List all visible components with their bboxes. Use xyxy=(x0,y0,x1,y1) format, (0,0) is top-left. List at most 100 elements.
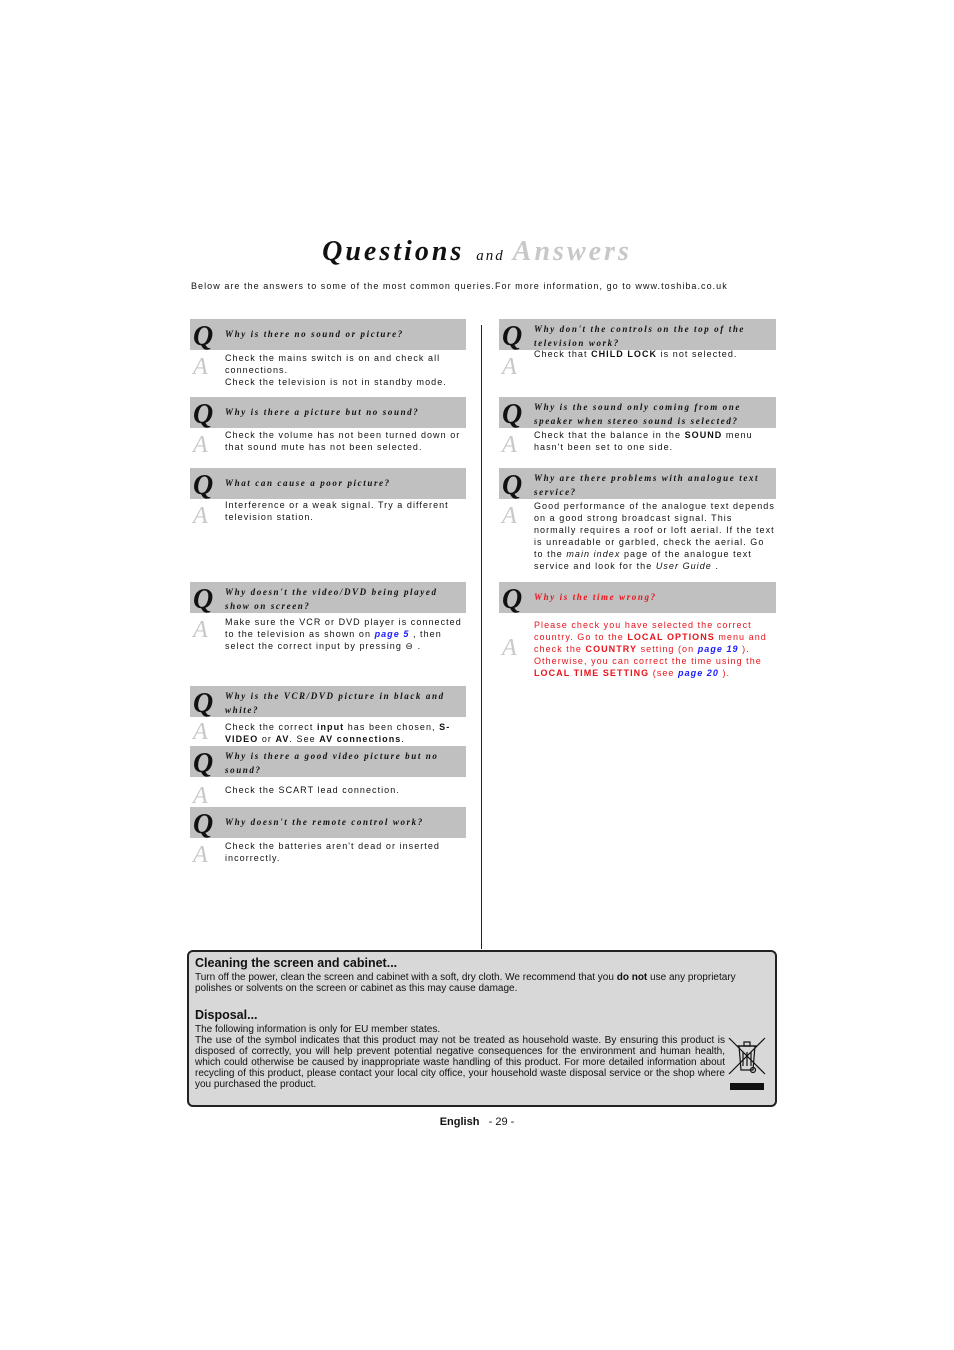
q-letter-icon: Q xyxy=(502,470,523,501)
answer-segment: (see xyxy=(649,668,679,678)
title-and: and xyxy=(476,248,505,264)
page-link[interactable]: page 5 xyxy=(375,629,410,639)
q-letter-icon: Q xyxy=(193,584,214,615)
answer-segment: Check that the balance in the xyxy=(534,430,685,440)
a-letter-icon: A xyxy=(193,617,208,643)
question-bar: Q Why are there problems with analogue te… xyxy=(499,468,776,501)
crossed-out-wheelie-bin-icon xyxy=(728,1037,766,1090)
a-letter-icon: A xyxy=(193,354,208,380)
a-letter-icon: A xyxy=(193,503,208,529)
answer-segment: . xyxy=(414,641,422,651)
answer-segment: . xyxy=(401,734,405,744)
question-text: Why are there problems with analogue tex… xyxy=(534,473,760,497)
answer-segment: SOUND xyxy=(684,430,723,440)
footer-language: English xyxy=(439,1116,480,1128)
question-text: What can cause a poor picture? xyxy=(225,478,391,488)
question-bar: Q What can cause a poor picture? xyxy=(190,468,466,501)
answer-segment: setting (on xyxy=(637,644,698,654)
answer-text: Check the mains switch is on and check a… xyxy=(225,352,466,388)
answer-segment: or xyxy=(258,734,276,744)
qa-item: Q What can cause a poor picture? A Interfer… xyxy=(190,468,466,529)
qa-item: Q Why is the sound only coming from one s… xyxy=(499,397,776,458)
answer-segment: Check the correct xyxy=(225,722,317,732)
page-link[interactable]: page 20 xyxy=(678,668,719,678)
question-text: Why is there a good video picture but no… xyxy=(225,751,439,775)
answer-segment: ). xyxy=(718,668,731,678)
answer-segment: Check that xyxy=(534,349,592,359)
page-title: Questions and Answers xyxy=(0,236,954,268)
q-letter-icon: Q xyxy=(193,688,214,719)
cleaning-disposal-box: Cleaning the screen and cabinet... Turn … xyxy=(187,950,777,1107)
question-bar: Q Why don't the controls on the top of th… xyxy=(499,319,776,352)
disposal-line1: The following information is only for EU… xyxy=(195,1024,441,1035)
answer-segment: main index xyxy=(566,549,621,559)
answer-text: Check the correct input has been chosen,… xyxy=(225,721,466,745)
q-letter-icon: Q xyxy=(193,470,214,501)
q-letter-icon: Q xyxy=(502,399,523,430)
qa-item: Q Why doesn't the video/DVD being played … xyxy=(190,582,466,651)
cleaning-text-bold: do not xyxy=(616,972,648,983)
answer-segment: LOCAL TIME SETTING xyxy=(534,668,650,678)
a-letter-icon: A xyxy=(502,635,517,661)
a-letter-icon: A xyxy=(502,503,517,529)
question-text: Why is the VCR/DVD picture in black and … xyxy=(225,691,445,715)
question-text: Why is there a picture but no sound? xyxy=(225,407,420,417)
cleaning-text: Turn off the power, clean the screen and… xyxy=(195,972,765,994)
question-bar: Q Why is there no sound or picture? xyxy=(190,319,466,352)
question-text: Why is there no sound or picture? xyxy=(225,329,404,339)
answer-segment: Check the volume has not been turned dow… xyxy=(225,430,461,452)
page-link[interactable]: page 19 xyxy=(698,644,739,654)
q-letter-icon: Q xyxy=(502,584,523,615)
a-letter-icon: A xyxy=(502,354,517,380)
title-answers: Answers xyxy=(512,236,632,267)
qa-item: Q Why is there a good video picture but n… xyxy=(190,746,466,809)
q-letter-icon: Q xyxy=(193,809,214,840)
question-text: Why doesn't the remote control work? xyxy=(225,817,424,827)
answer-text: Check the SCART lead connection. xyxy=(225,784,466,796)
a-letter-icon: A xyxy=(193,719,208,745)
cleaning-heading: Cleaning the screen and cabinet... xyxy=(195,956,398,970)
answer-segment: Check the mains switch is on and check a… xyxy=(225,353,441,375)
a-letter-icon: A xyxy=(193,432,208,458)
answer-text: Good performance of the analogue text de… xyxy=(534,500,776,572)
question-text: Why don't the controls on the top of the… xyxy=(534,324,746,348)
answer-segment: CHILD LOCK xyxy=(591,349,658,359)
answer-segment: AV connections xyxy=(319,734,402,744)
answer-segment: COUNTRY xyxy=(585,644,638,654)
qa-item: Q Why is the time wrong? A Please check you… xyxy=(499,582,776,678)
answer-segment: User Guide xyxy=(655,561,712,571)
answer-segment: Interference or a weak signal. Try a dif… xyxy=(225,500,449,522)
answer-segment: Check the television is not in standby m… xyxy=(225,377,447,387)
answer-text: Please check you have selected the corre… xyxy=(534,619,776,679)
question-text: Why is the time wrong? xyxy=(534,592,657,602)
a-letter-icon: A xyxy=(193,783,208,809)
question-text: Why doesn't the video/DVD being played s… xyxy=(225,587,438,611)
input-source-icon: ⊖ xyxy=(405,641,415,651)
qa-item: Q Why doesn't the remote control work? A Ch… xyxy=(190,807,466,868)
qa-item: Q Why don't the controls on the top of th… xyxy=(499,319,776,380)
question-bar: Q Why is the VCR/DVD picture in black and… xyxy=(190,686,466,719)
question-bar: Q Why doesn't the video/DVD being played … xyxy=(190,582,466,615)
answer-segment: has been chosen, xyxy=(344,722,440,732)
q-letter-icon: Q xyxy=(193,321,214,352)
qa-item: Q Why are there problems with analogue te… xyxy=(499,468,776,571)
qa-item: Q Why is the VCR/DVD picture in black and… xyxy=(190,686,466,745)
question-bar: Q Why is there a good video picture but n… xyxy=(190,746,466,779)
title-questions: Questions xyxy=(322,236,465,267)
answer-text: Make sure the VCR or DVD player is conne… xyxy=(225,616,466,652)
answer-segment: . See xyxy=(289,734,320,744)
answer-segment: is not selected. xyxy=(657,349,738,359)
disposal-text: The use of the symbol indicates that thi… xyxy=(195,1035,725,1090)
page-number: - 29 - xyxy=(488,1116,515,1128)
answer-segment: . xyxy=(711,561,719,571)
answer-text: Check that the balance in the SOUND menu… xyxy=(534,429,776,453)
q-letter-icon: Q xyxy=(193,748,214,779)
a-letter-icon: A xyxy=(193,842,208,868)
answer-segment: AV xyxy=(275,734,290,744)
page: Questions and Answers Below are the answer… xyxy=(0,0,954,1350)
question-bar: Q Why is there a picture but no sound? xyxy=(190,397,466,430)
answer-segment: Check the batteries aren't dead or inser… xyxy=(225,841,440,863)
answer-text: Check the volume has not been turned dow… xyxy=(225,429,466,453)
answer-text: Check that CHILD LOCK is not selected. xyxy=(534,348,776,360)
qa-item: Q Why is there no sound or picture? A Check… xyxy=(190,319,466,387)
